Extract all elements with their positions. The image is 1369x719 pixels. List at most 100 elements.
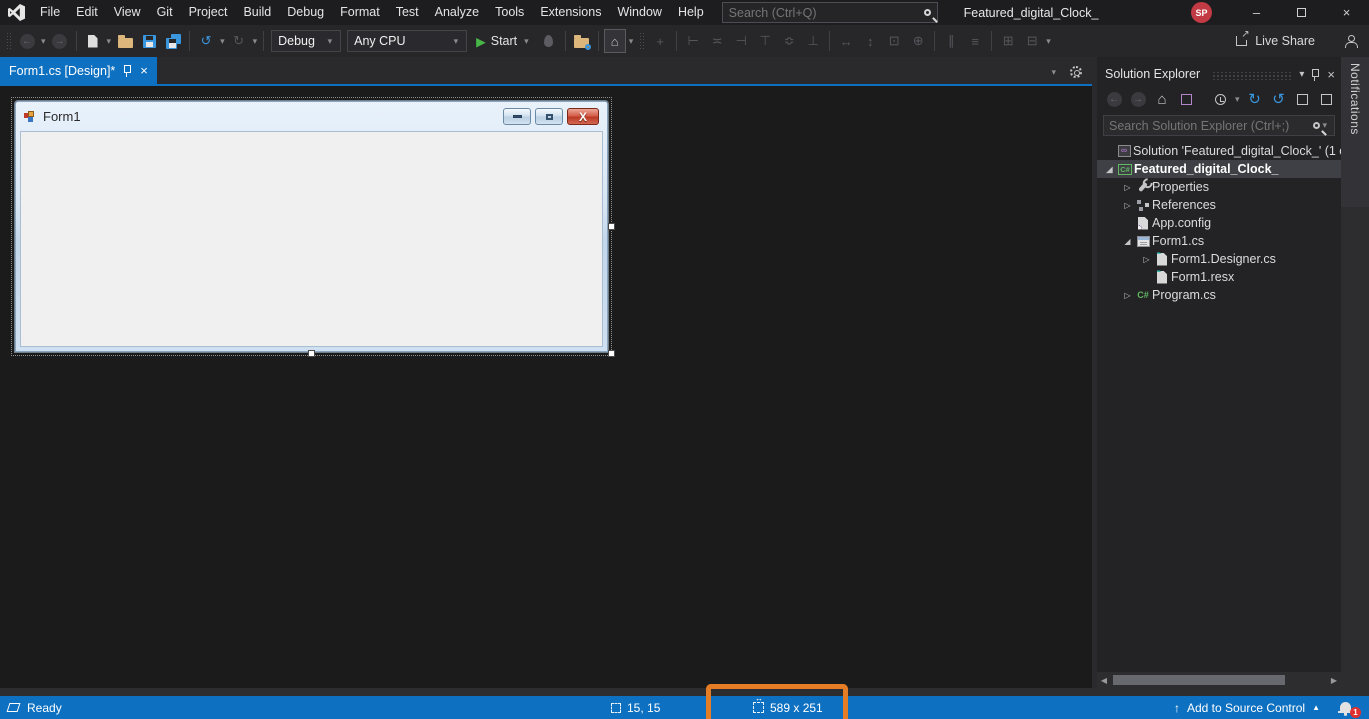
undo-dropdown[interactable]: ▾ <box>218 36 227 47</box>
menu-extensions[interactable]: Extensions <box>532 0 609 25</box>
minimize-button[interactable]: – <box>1234 0 1279 25</box>
menu-test[interactable]: Test <box>388 0 427 25</box>
align-tops-button[interactable]: ⊤ <box>754 29 776 53</box>
navigate-back-button[interactable]: ← <box>16 29 38 53</box>
pin-icon[interactable] <box>122 64 133 77</box>
feedback-person-icon[interactable] <box>1345 35 1358 48</box>
hot-reload-button[interactable] <box>538 29 560 53</box>
background-tasks-icon[interactable] <box>6 703 21 712</box>
expander-collapsed-icon[interactable]: ▷ <box>1121 183 1134 192</box>
menu-analyze[interactable]: Analyze <box>427 0 487 25</box>
menu-window[interactable]: Window <box>609 0 669 25</box>
sync-with-active-document-button[interactable] <box>1176 89 1197 109</box>
gear-icon[interactable] <box>1070 66 1082 78</box>
resize-handle-right[interactable] <box>608 223 615 230</box>
start-debug-button[interactable]: ▶ Start ▾ <box>470 29 537 53</box>
account-avatar[interactable]: SP <box>1191 2 1212 23</box>
pending-changes-filter-button[interactable] <box>1210 89 1230 109</box>
make-same-size-button[interactable]: ⊡ <box>883 29 905 53</box>
menu-git[interactable]: Git <box>149 0 181 25</box>
menu-build[interactable]: Build <box>235 0 279 25</box>
save-button[interactable] <box>138 29 160 53</box>
save-all-button[interactable] <box>162 29 184 53</box>
expander-expanded-icon[interactable]: ◢ <box>1103 165 1116 174</box>
form-client-area[interactable] <box>20 131 603 347</box>
tree-row-form1-designer[interactable]: ▷ Form1.Designer.cs <box>1097 250 1341 268</box>
add-to-source-control-button[interactable]: Add to Source Control <box>1187 701 1305 715</box>
size-to-grid-button[interactable]: ⊕ <box>907 29 929 53</box>
menu-tools[interactable]: Tools <box>487 0 532 25</box>
tab-form1-design[interactable]: Form1.cs [Design]* × <box>0 57 157 84</box>
align-lefts-button[interactable]: ⊢ <box>682 29 704 53</box>
bring-to-front-button[interactable]: ⊞ <box>997 29 1019 53</box>
notifications-button[interactable]: 1 <box>1338 700 1361 718</box>
align-middles-button[interactable]: ≎ <box>778 29 800 53</box>
quick-search-input[interactable] <box>728 5 924 20</box>
se-home-button[interactable]: ⌂ <box>1152 89 1172 109</box>
expander-expanded-icon[interactable]: ◢ <box>1121 237 1134 246</box>
align-bottoms-button[interactable]: ⊥ <box>802 29 824 53</box>
expander-collapsed-icon[interactable]: ▷ <box>1121 291 1134 300</box>
panel-menu-dropdown[interactable]: ▾ <box>1299 69 1304 80</box>
active-files-dropdown[interactable]: ▾ <box>1049 67 1058 78</box>
filter-dropdown[interactable]: ▾ <box>1233 94 1242 105</box>
tree-row-properties[interactable]: ▷ Properties <box>1097 178 1341 196</box>
tree-row-solution[interactable]: ∞ Solution 'Featured_digital_Clock_' (1 … <box>1097 142 1341 160</box>
make-same-width-button[interactable]: ↔ <box>835 29 857 53</box>
panel-close-icon[interactable]: × <box>1327 67 1335 82</box>
tab-close-icon[interactable]: × <box>140 63 148 78</box>
panel-pin-icon[interactable] <box>1310 68 1321 81</box>
live-share-button[interactable]: Live Share <box>1255 34 1315 48</box>
toolbar-grip[interactable] <box>639 32 645 50</box>
send-to-back-button[interactable]: ⊟ <box>1021 29 1043 53</box>
expander-collapsed-icon[interactable]: ▷ <box>1121 201 1134 210</box>
forms-designer-surface[interactable]: Form1 X <box>0 86 1092 688</box>
find-in-files-button[interactable] <box>571 29 593 53</box>
tree-row-form1-resx[interactable]: Form1.resx <box>1097 268 1341 286</box>
form-title-bar[interactable]: Form1 X <box>16 102 607 131</box>
redo-dropdown[interactable]: ▾ <box>251 36 260 47</box>
resize-handle-bottom[interactable] <box>308 350 315 357</box>
close-button[interactable]: × <box>1324 0 1369 25</box>
tree-row-program[interactable]: ▷ C# Program.cs <box>1097 286 1341 304</box>
restore-button[interactable] <box>1279 0 1324 25</box>
vertical-spacing-button[interactable]: ≡ <box>964 29 986 53</box>
tree-row-references[interactable]: ▷ References <box>1097 196 1341 214</box>
sync-button[interactable]: ↺ <box>1269 89 1289 109</box>
new-file-dropdown[interactable]: ▾ <box>105 36 114 47</box>
show-home-window-button[interactable]: ⌂ <box>603 29 626 53</box>
collapse-all-button[interactable] <box>1293 89 1314 109</box>
menu-file[interactable]: File <box>32 0 68 25</box>
menu-help[interactable]: Help <box>670 0 712 25</box>
open-file-button[interactable] <box>114 29 136 53</box>
scrollbar-thumb[interactable] <box>1113 675 1285 685</box>
toolbar-overflow-dropdown[interactable]: ▾ <box>627 36 636 47</box>
toolbar-grip[interactable] <box>6 32 11 50</box>
start-dropdown[interactable]: ▾ <box>522 36 531 47</box>
se-back-button[interactable]: ← <box>1104 89 1124 109</box>
solution-configuration-dropdown[interactable]: Debug ▾ <box>271 30 342 52</box>
tree-row-project[interactable]: ◢ C# Featured_digital_Clock_ <box>1097 160 1341 178</box>
new-file-button[interactable] <box>82 29 104 53</box>
align-rights-button[interactable]: ⊣ <box>730 29 752 53</box>
tree-row-appconfig[interactable]: App.config <box>1097 214 1341 232</box>
solution-platform-dropdown[interactable]: Any CPU ▾ <box>347 30 468 52</box>
resize-handle-bottom-right[interactable] <box>608 350 615 357</box>
tree-row-form1[interactable]: ◢ Form1.cs <box>1097 232 1341 250</box>
designed-form[interactable]: Form1 X <box>15 101 608 352</box>
menu-edit[interactable]: Edit <box>68 0 106 25</box>
expander-collapsed-icon[interactable]: ▷ <box>1140 255 1153 264</box>
preview-selected-items-button[interactable] <box>1317 89 1338 109</box>
solution-search-box[interactable]: ▾ <box>1103 115 1335 136</box>
redo-button[interactable]: ↻ <box>228 29 250 53</box>
menu-debug[interactable]: Debug <box>279 0 332 25</box>
make-same-height-button[interactable]: ↕ <box>859 29 881 53</box>
scroll-left-icon[interactable]: ◀ <box>1097 676 1111 685</box>
align-centers-button[interactable]: ≍ <box>706 29 728 53</box>
quick-search-box[interactable] <box>721 2 938 23</box>
menu-project[interactable]: Project <box>181 0 236 25</box>
solution-search-input[interactable] <box>1109 118 1314 133</box>
horizontal-scrollbar[interactable]: ◀ ▶ <box>1097 672 1341 688</box>
navigate-forward-button[interactable]: → <box>49 29 71 53</box>
se-forward-button[interactable]: → <box>1128 89 1148 109</box>
